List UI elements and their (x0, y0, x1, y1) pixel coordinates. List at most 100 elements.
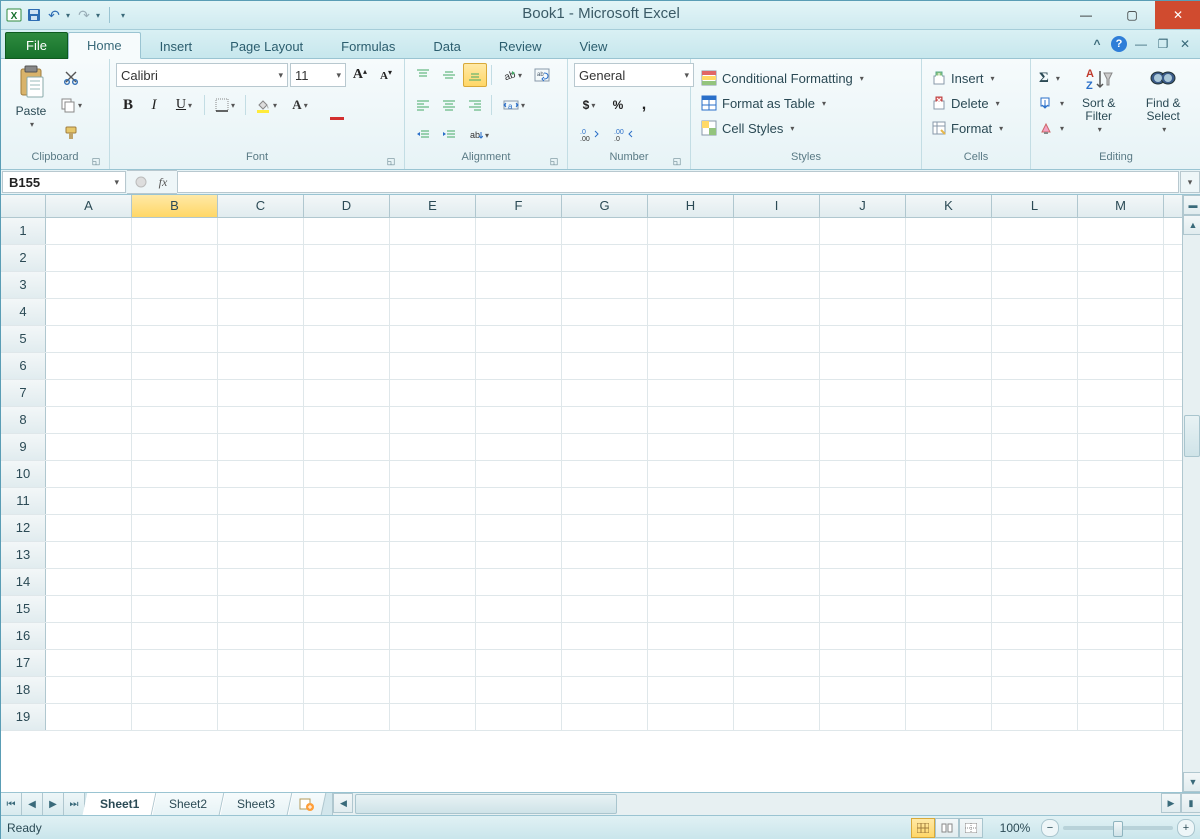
font-name-combo[interactable]: Calibri▾ (116, 63, 288, 87)
cell[interactable] (648, 380, 734, 406)
cell[interactable] (992, 353, 1078, 379)
cell[interactable] (734, 326, 820, 352)
cell[interactable] (820, 299, 906, 325)
cell[interactable] (992, 326, 1078, 352)
cell[interactable] (562, 461, 648, 487)
cell[interactable] (734, 299, 820, 325)
cell[interactable] (992, 596, 1078, 622)
cell[interactable] (820, 218, 906, 244)
align-right-button[interactable] (463, 93, 487, 117)
cell[interactable] (906, 650, 992, 676)
cell[interactable] (992, 299, 1078, 325)
cell[interactable] (218, 326, 304, 352)
column-header[interactable]: H (648, 195, 734, 217)
cell[interactable] (906, 218, 992, 244)
sort-filter-button[interactable]: AZ Sort & Filter▾ (1070, 63, 1127, 136)
scroll-down-button[interactable]: ▼ (1183, 772, 1200, 792)
paste-button[interactable]: Paste ▾ (7, 63, 55, 131)
cell[interactable] (46, 299, 132, 325)
cell[interactable] (390, 353, 476, 379)
cell[interactable] (562, 542, 648, 568)
cell[interactable] (1078, 245, 1164, 271)
cell[interactable] (906, 569, 992, 595)
cell[interactable] (820, 650, 906, 676)
cell[interactable] (304, 677, 390, 703)
cell[interactable] (132, 650, 218, 676)
cell[interactable] (46, 407, 132, 433)
column-header[interactable]: E (390, 195, 476, 217)
column-header[interactable]: D (304, 195, 390, 217)
horizontal-scrollbar[interactable]: ◀ ▶ ▮ (332, 793, 1200, 815)
scroll-up-button[interactable]: ▲ (1183, 215, 1200, 235)
cell[interactable] (476, 272, 562, 298)
cell[interactable] (476, 488, 562, 514)
cell[interactable] (992, 272, 1078, 298)
cell[interactable] (476, 569, 562, 595)
cell[interactable] (476, 677, 562, 703)
cell[interactable] (820, 353, 906, 379)
row-header[interactable]: 7 (1, 380, 46, 406)
cell[interactable] (390, 623, 476, 649)
cell[interactable] (906, 677, 992, 703)
cell[interactable] (132, 326, 218, 352)
cell[interactable] (46, 623, 132, 649)
cell[interactable] (562, 299, 648, 325)
cell[interactable] (734, 461, 820, 487)
cell[interactable] (562, 569, 648, 595)
close-button[interactable]: ✕ (1155, 1, 1200, 29)
cell[interactable] (648, 623, 734, 649)
cell[interactable] (304, 461, 390, 487)
cell[interactable] (992, 542, 1078, 568)
font-size-combo[interactable]: 11▾ (290, 63, 346, 87)
cell[interactable] (992, 677, 1078, 703)
tab-home[interactable]: Home (68, 32, 141, 59)
cell[interactable] (218, 434, 304, 460)
cell[interactable] (906, 326, 992, 352)
cell[interactable] (476, 596, 562, 622)
cell[interactable] (562, 596, 648, 622)
cell[interactable] (734, 650, 820, 676)
cell[interactable] (906, 596, 992, 622)
sheet-tab[interactable]: Sheet2 (152, 793, 225, 815)
undo-dropdown[interactable]: ▾ (63, 6, 73, 24)
text-direction-button[interactable]: ab▾ (463, 123, 495, 147)
cell[interactable] (562, 380, 648, 406)
scroll-right-button[interactable]: ▶ (1161, 793, 1181, 813)
tab-page-layout[interactable]: Page Layout (211, 33, 322, 59)
cell[interactable] (390, 596, 476, 622)
cell[interactable] (1078, 596, 1164, 622)
cell[interactable] (132, 218, 218, 244)
cell[interactable] (304, 272, 390, 298)
minimize-button[interactable]: — (1063, 1, 1109, 29)
cell[interactable] (906, 515, 992, 541)
cell[interactable] (46, 677, 132, 703)
insert-cells-button[interactable]: Insert▾ (928, 67, 999, 89)
cell[interactable] (906, 434, 992, 460)
cell[interactable] (562, 353, 648, 379)
cell[interactable] (46, 569, 132, 595)
cell[interactable] (304, 704, 390, 730)
cell[interactable] (132, 461, 218, 487)
cell[interactable] (1078, 704, 1164, 730)
expand-formula-bar-button[interactable]: ▾ (1180, 171, 1200, 193)
column-header[interactable]: A (46, 195, 132, 217)
cell[interactable] (46, 245, 132, 271)
cell[interactable] (304, 569, 390, 595)
cell[interactable] (476, 434, 562, 460)
wrap-text-button[interactable]: ab (530, 63, 554, 87)
cell[interactable] (132, 623, 218, 649)
zoom-out-button[interactable]: − (1041, 819, 1059, 837)
maximize-button[interactable]: ▢ (1109, 1, 1155, 29)
cell[interactable] (1078, 542, 1164, 568)
cell[interactable] (992, 488, 1078, 514)
cell[interactable] (992, 515, 1078, 541)
row-header[interactable]: 14 (1, 569, 46, 595)
cell[interactable] (562, 434, 648, 460)
cell[interactable] (46, 704, 132, 730)
cell[interactable] (390, 569, 476, 595)
cell[interactable] (132, 380, 218, 406)
cell[interactable] (476, 245, 562, 271)
cell[interactable] (648, 434, 734, 460)
row-header[interactable]: 5 (1, 326, 46, 352)
cell[interactable] (1078, 515, 1164, 541)
